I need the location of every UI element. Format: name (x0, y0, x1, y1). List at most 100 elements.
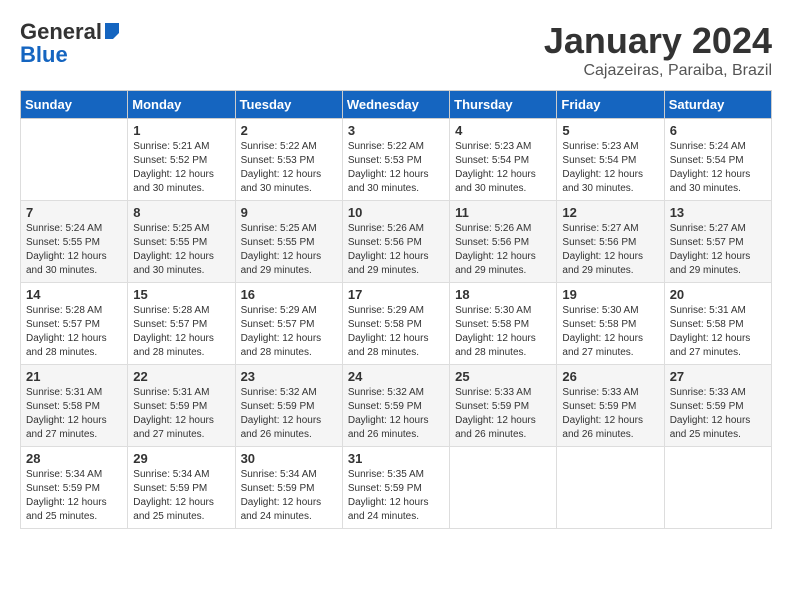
day-number: 12 (562, 205, 658, 220)
day-number: 26 (562, 369, 658, 384)
calendar-cell: 6 Sunrise: 5:24 AM Sunset: 5:54 PM Daylig… (664, 119, 771, 201)
calendar-cell: 26 Sunrise: 5:33 AM Sunset: 5:59 PM Dayli… (557, 365, 664, 447)
day-number: 4 (455, 123, 551, 138)
day-number: 14 (26, 287, 122, 302)
day-number: 20 (670, 287, 766, 302)
weekday-header-monday: Monday (128, 91, 235, 119)
day-info: Sunrise: 5:28 AM Sunset: 5:57 PM Dayligh… (133, 304, 229, 360)
week-row-2: 7 Sunrise: 5:24 AM Sunset: 5:55 PM Daylig… (21, 201, 772, 283)
day-number: 22 (133, 369, 229, 384)
day-number: 15 (133, 287, 229, 302)
calendar-cell: 27 Sunrise: 5:33 AM Sunset: 5:59 PM Dayli… (664, 365, 771, 447)
title-block: January 2024 Cajazeiras, Paraiba, Brazil (544, 20, 772, 80)
day-info: Sunrise: 5:27 AM Sunset: 5:56 PM Dayligh… (562, 222, 658, 278)
calendar-cell (557, 447, 664, 529)
day-info: Sunrise: 5:24 AM Sunset: 5:54 PM Dayligh… (670, 140, 766, 196)
calendar-cell: 7 Sunrise: 5:24 AM Sunset: 5:55 PM Daylig… (21, 201, 128, 283)
page-header: General Blue January 2024 Cajazeiras, Pa… (20, 20, 772, 80)
calendar-cell: 1 Sunrise: 5:21 AM Sunset: 5:52 PM Daylig… (128, 119, 235, 201)
calendar-cell: 8 Sunrise: 5:25 AM Sunset: 5:55 PM Daylig… (128, 201, 235, 283)
weekday-header-sunday: Sunday (21, 91, 128, 119)
day-number: 9 (241, 205, 337, 220)
calendar-cell: 24Sunrise: 5:32 AM Sunset: 5:59 PM Dayli… (342, 365, 449, 447)
weekday-header-friday: Friday (557, 91, 664, 119)
sub-title: Cajazeiras, Paraiba, Brazil (544, 62, 772, 80)
calendar-cell: 18 Sunrise: 5:30 AM Sunset: 5:58 PM Dayli… (450, 283, 557, 365)
week-row-4: 21Sunrise: 5:31 AM Sunset: 5:58 PM Dayli… (21, 365, 772, 447)
calendar-cell: 31Sunrise: 5:35 AM Sunset: 5:59 PM Dayli… (342, 447, 449, 529)
day-number: 28 (26, 451, 122, 466)
calendar-cell: 9Sunrise: 5:25 AM Sunset: 5:55 PM Daylig… (235, 201, 342, 283)
day-number: 23 (241, 369, 337, 384)
day-number: 18 (455, 287, 551, 302)
day-info: Sunrise: 5:33 AM Sunset: 5:59 PM Dayligh… (562, 386, 658, 442)
day-number: 11 (455, 205, 551, 220)
day-info: Sunrise: 5:24 AM Sunset: 5:55 PM Dayligh… (26, 222, 122, 278)
day-number: 19 (562, 287, 658, 302)
day-info: Sunrise: 5:26 AM Sunset: 5:56 PM Dayligh… (455, 222, 551, 278)
calendar-cell (450, 447, 557, 529)
calendar-table: SundayMondayTuesdayWednesdayThursdayFrid… (20, 90, 772, 529)
day-info: Sunrise: 5:29 AM Sunset: 5:57 PM Dayligh… (241, 304, 337, 360)
main-title: January 2024 (544, 20, 772, 62)
calendar-cell: 2 Sunrise: 5:22 AM Sunset: 5:53 PM Daylig… (235, 119, 342, 201)
calendar-cell: 30Sunrise: 5:34 AM Sunset: 5:59 PM Dayli… (235, 447, 342, 529)
weekday-header-thursday: Thursday (450, 91, 557, 119)
day-info: Sunrise: 5:34 AM Sunset: 5:59 PM Dayligh… (241, 468, 337, 524)
day-number: 6 (670, 123, 766, 138)
week-row-1: 1 Sunrise: 5:21 AM Sunset: 5:52 PM Daylig… (21, 119, 772, 201)
day-number: 10 (348, 205, 444, 220)
day-number: 1 (133, 123, 229, 138)
day-info: Sunrise: 5:30 AM Sunset: 5:58 PM Dayligh… (455, 304, 551, 360)
day-info: Sunrise: 5:29 AM Sunset: 5:58 PM Dayligh… (348, 304, 444, 360)
day-number: 25 (455, 369, 551, 384)
day-info: Sunrise: 5:33 AM Sunset: 5:59 PM Dayligh… (455, 386, 551, 442)
day-info: Sunrise: 5:22 AM Sunset: 5:53 PM Dayligh… (241, 140, 337, 196)
day-info: Sunrise: 5:26 AM Sunset: 5:56 PM Dayligh… (348, 222, 444, 278)
day-info: Sunrise: 5:31 AM Sunset: 5:59 PM Dayligh… (133, 386, 229, 442)
day-info: Sunrise: 5:23 AM Sunset: 5:54 PM Dayligh… (562, 140, 658, 196)
logo-general: General (20, 20, 102, 44)
day-info: Sunrise: 5:23 AM Sunset: 5:54 PM Dayligh… (455, 140, 551, 196)
calendar-cell: 25 Sunrise: 5:33 AM Sunset: 5:59 PM Dayli… (450, 365, 557, 447)
day-number: 7 (26, 205, 122, 220)
calendar-cell: 28 Sunrise: 5:34 AM Sunset: 5:59 PM Dayli… (21, 447, 128, 529)
day-info: Sunrise: 5:34 AM Sunset: 5:59 PM Dayligh… (26, 468, 122, 524)
week-row-5: 28 Sunrise: 5:34 AM Sunset: 5:59 PM Dayli… (21, 447, 772, 529)
day-info: Sunrise: 5:35 AM Sunset: 5:59 PM Dayligh… (348, 468, 444, 524)
calendar-cell: 22 Sunrise: 5:31 AM Sunset: 5:59 PM Dayli… (128, 365, 235, 447)
day-number: 13 (670, 205, 766, 220)
day-info: Sunrise: 5:30 AM Sunset: 5:58 PM Dayligh… (562, 304, 658, 360)
calendar-cell: 3Sunrise: 5:22 AM Sunset: 5:53 PM Daylig… (342, 119, 449, 201)
day-info: Sunrise: 5:27 AM Sunset: 5:57 PM Dayligh… (670, 222, 766, 278)
calendar-cell: 29Sunrise: 5:34 AM Sunset: 5:59 PM Dayli… (128, 447, 235, 529)
calendar-cell: 13 Sunrise: 5:27 AM Sunset: 5:57 PM Dayli… (664, 201, 771, 283)
calendar-cell: 16 Sunrise: 5:29 AM Sunset: 5:57 PM Dayli… (235, 283, 342, 365)
calendar-cell: 11 Sunrise: 5:26 AM Sunset: 5:56 PM Dayli… (450, 201, 557, 283)
day-info: Sunrise: 5:33 AM Sunset: 5:59 PM Dayligh… (670, 386, 766, 442)
day-info: Sunrise: 5:21 AM Sunset: 5:52 PM Dayligh… (133, 140, 229, 196)
day-info: Sunrise: 5:25 AM Sunset: 5:55 PM Dayligh… (133, 222, 229, 278)
week-row-3: 14 Sunrise: 5:28 AM Sunset: 5:57 PM Dayli… (21, 283, 772, 365)
calendar-cell: 21Sunrise: 5:31 AM Sunset: 5:58 PM Dayli… (21, 365, 128, 447)
day-number: 2 (241, 123, 337, 138)
weekday-header-saturday: Saturday (664, 91, 771, 119)
logo-icon (103, 21, 121, 39)
day-number: 27 (670, 369, 766, 384)
calendar-cell: 17Sunrise: 5:29 AM Sunset: 5:58 PM Dayli… (342, 283, 449, 365)
logo: General Blue (20, 20, 121, 68)
calendar-cell: 23 Sunrise: 5:32 AM Sunset: 5:59 PM Dayli… (235, 365, 342, 447)
day-number: 8 (133, 205, 229, 220)
weekday-header-wednesday: Wednesday (342, 91, 449, 119)
day-info: Sunrise: 5:32 AM Sunset: 5:59 PM Dayligh… (241, 386, 337, 442)
day-number: 21 (26, 369, 122, 384)
day-number: 16 (241, 287, 337, 302)
calendar-cell: 14 Sunrise: 5:28 AM Sunset: 5:57 PM Dayli… (21, 283, 128, 365)
day-number: 24 (348, 369, 444, 384)
day-info: Sunrise: 5:28 AM Sunset: 5:57 PM Dayligh… (26, 304, 122, 360)
day-info: Sunrise: 5:31 AM Sunset: 5:58 PM Dayligh… (670, 304, 766, 360)
calendar-cell: 4 Sunrise: 5:23 AM Sunset: 5:54 PM Daylig… (450, 119, 557, 201)
calendar-cell: 5Sunrise: 5:23 AM Sunset: 5:54 PM Daylig… (557, 119, 664, 201)
day-number: 3 (348, 123, 444, 138)
calendar-cell: 20 Sunrise: 5:31 AM Sunset: 5:58 PM Dayli… (664, 283, 771, 365)
